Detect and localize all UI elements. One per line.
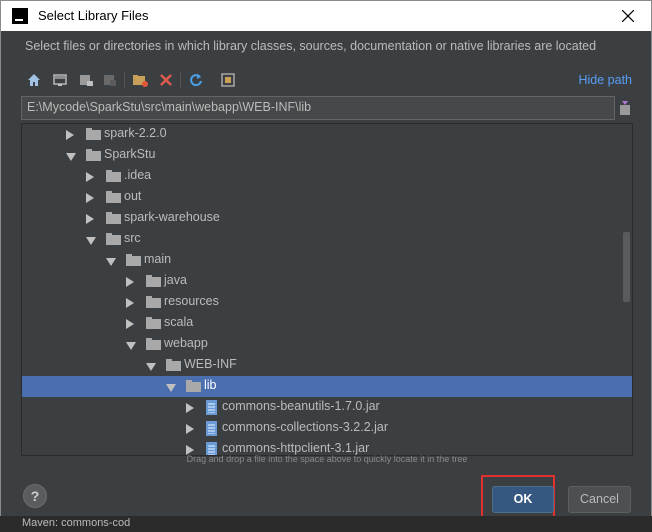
tree-item-label: commons-beanutils-1.7.0.jar <box>222 399 380 413</box>
path-input[interactable]: E:\Mycode\SparkStu\src\main\webapp\WEB-I… <box>21 96 615 120</box>
tree-item-label: commons-httpclient-3.1.jar <box>222 441 370 455</box>
chevron-right-icon[interactable] <box>186 424 194 434</box>
jar-icon <box>206 421 217 436</box>
chevron-right-icon[interactable] <box>86 193 94 203</box>
tree-row-jar[interactable]: commons-collections-3.2.2.jar <box>22 418 632 439</box>
dialog-description: Select files or directories in which lib… <box>25 39 597 53</box>
file-chooser-toolbar <box>23 69 263 91</box>
tree-item-label: resources <box>164 294 219 308</box>
module-icon[interactable] <box>101 71 119 89</box>
chevron-down-icon[interactable] <box>66 153 76 161</box>
folder-icon <box>106 233 121 245</box>
tree-row-jar[interactable]: commons-beanutils-1.7.0.jar <box>22 397 632 418</box>
chevron-right-icon[interactable] <box>126 319 134 329</box>
tree-row-folder[interactable]: SparkStu <box>22 145 632 166</box>
tree-item-label: scala <box>164 315 194 329</box>
tree-row-folder[interactable]: spark-warehouse <box>22 208 632 229</box>
background-window-strip: Maven: commons-cod <box>0 516 652 532</box>
tree-item-label: out <box>124 189 142 203</box>
chevron-down-icon[interactable] <box>166 384 176 392</box>
chevron-right-icon[interactable] <box>126 277 134 287</box>
intellij-icon <box>12 8 28 24</box>
tree-item-label: lib <box>204 378 217 392</box>
folder-icon <box>106 191 121 203</box>
chevron-right-icon[interactable] <box>66 130 74 140</box>
refresh-icon[interactable] <box>187 71 205 89</box>
window-title: Select Library Files <box>38 8 149 23</box>
tree-item-label: src <box>124 231 141 245</box>
new-folder-icon[interactable] <box>131 71 149 89</box>
chevron-down-icon[interactable] <box>146 363 156 371</box>
chevron-right-icon[interactable] <box>126 298 134 308</box>
tree-scrollbar[interactable] <box>623 232 630 302</box>
tree-item-label: commons-collections-3.2.2.jar <box>222 420 389 434</box>
tree-row-folder[interactable]: java <box>22 271 632 292</box>
tree-item-label: spark-2.2.0 <box>104 126 167 140</box>
chevron-right-icon[interactable] <box>186 403 194 413</box>
folder-icon <box>186 380 201 392</box>
close-icon <box>622 10 634 22</box>
chevron-down-icon[interactable] <box>86 237 96 245</box>
tree-row-folder[interactable]: lib <box>22 376 632 397</box>
folder-icon <box>126 254 141 266</box>
toolbar-separator <box>124 72 125 88</box>
file-tree[interactable]: commons-httpclient-3.1.jar commons-collec… <box>21 123 633 456</box>
folder-icon <box>86 149 101 161</box>
ok-button[interactable]: OK <box>492 486 554 513</box>
path-history-icon[interactable] <box>618 99 632 117</box>
hide-path-link[interactable]: Hide path <box>578 73 632 87</box>
background-text: Maven: commons-cod <box>22 517 131 529</box>
tree-item-label: SparkStu <box>104 147 156 161</box>
tree-item-label: spark-warehouse <box>124 210 220 224</box>
desktop-icon[interactable] <box>51 71 69 89</box>
folder-icon <box>146 317 161 329</box>
cancel-button[interactable]: Cancel <box>568 486 631 513</box>
jar-icon <box>206 400 217 415</box>
show-hidden-icon[interactable] <box>219 71 237 89</box>
tree-row-folder[interactable]: .idea <box>22 166 632 187</box>
tree-row-folder[interactable]: spark-2.2.0 <box>22 124 632 145</box>
tree-row-folder[interactable]: main <box>22 250 632 271</box>
tree-row-folder[interactable]: out <box>22 187 632 208</box>
tree-row-folder[interactable]: src <box>22 229 632 250</box>
project-icon[interactable] <box>77 71 95 89</box>
folder-icon <box>106 170 121 182</box>
tree-item-label: java <box>164 273 187 287</box>
folder-icon <box>146 275 161 287</box>
folder-icon <box>146 296 161 308</box>
tree-row-folder[interactable]: webapp <box>22 334 632 355</box>
delete-icon[interactable] <box>157 71 175 89</box>
tree-item-label: main <box>144 252 172 266</box>
tree-row-folder[interactable]: WEB-INF <box>22 355 632 376</box>
folder-icon <box>106 212 121 224</box>
select-library-dialog: Select files or directories in which lib… <box>0 31 652 532</box>
chevron-right-icon[interactable] <box>86 172 94 182</box>
folder-icon <box>146 338 161 350</box>
toolbar-separator <box>180 72 181 88</box>
drag-drop-hint: Drag and drop a file into the space abov… <box>186 454 468 464</box>
close-button[interactable] <box>605 1 651 31</box>
chevron-down-icon[interactable] <box>106 258 116 266</box>
chevron-down-icon[interactable] <box>126 342 136 350</box>
tree-item-label: .idea <box>124 168 152 182</box>
tree-item-label: webapp <box>164 336 208 350</box>
chevron-right-icon[interactable] <box>86 214 94 224</box>
folder-icon <box>166 359 181 371</box>
tree-row-folder[interactable]: resources <box>22 292 632 313</box>
help-button[interactable]: ? <box>23 484 47 508</box>
window-titlebar: Select Library Files <box>0 0 652 31</box>
home-icon[interactable] <box>25 71 43 89</box>
tree-row-folder[interactable]: scala <box>22 313 632 334</box>
folder-icon <box>86 128 101 140</box>
tree-item-label: WEB-INF <box>184 357 237 371</box>
